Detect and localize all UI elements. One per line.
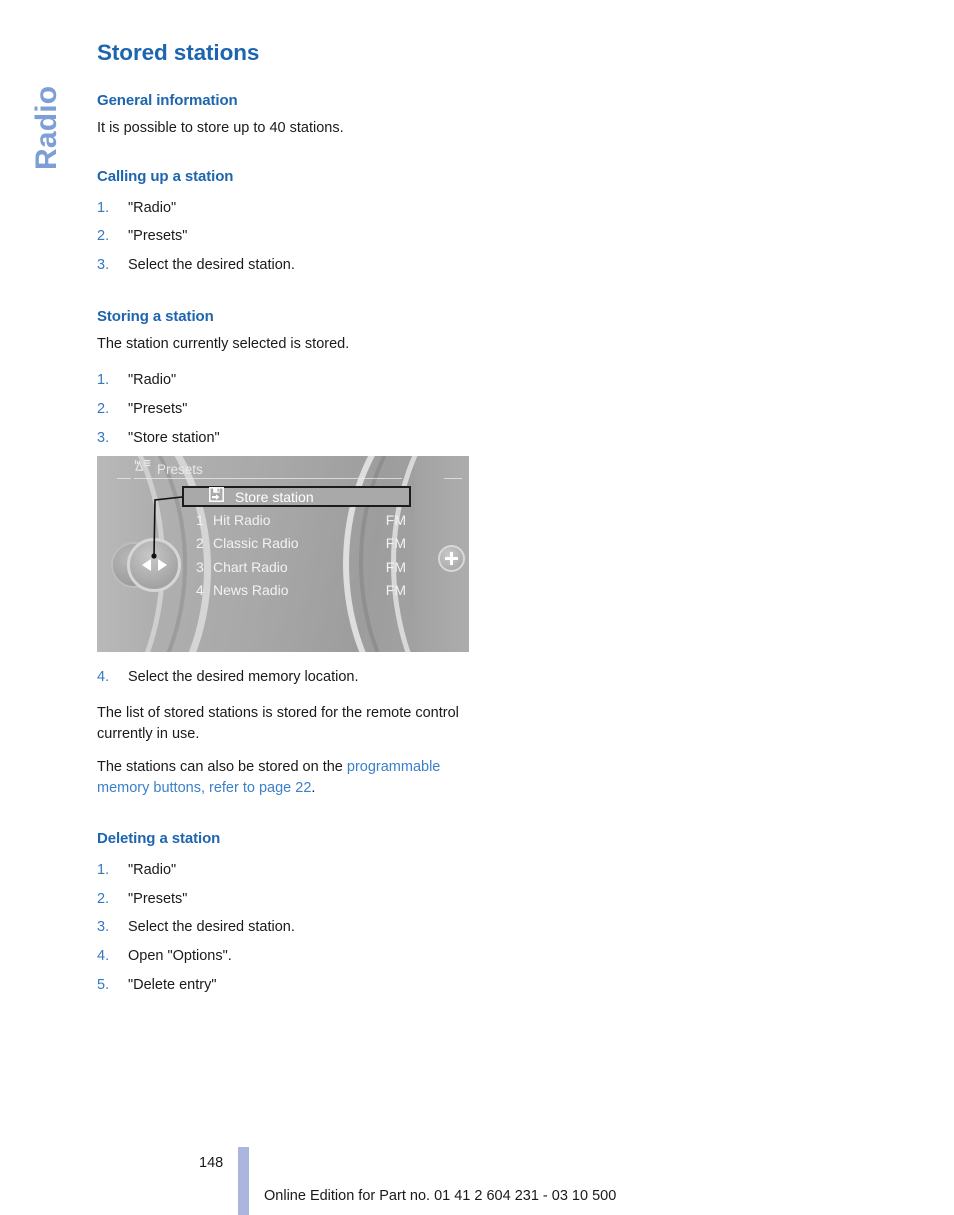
header-divider xyxy=(134,478,402,479)
step-number: 2. xyxy=(97,228,110,245)
step-text: Select the desired station. xyxy=(128,919,295,936)
step-text: "Presets" xyxy=(128,890,188,907)
step-number: 1. xyxy=(97,199,110,216)
footer-edition-note: Online Edition for Part no. 01 41 2 604 … xyxy=(264,1188,617,1204)
page-title: Stored stations xyxy=(97,40,260,65)
step-text: "Presets" xyxy=(128,228,188,245)
station-band: FM xyxy=(385,582,406,599)
station-band: FM xyxy=(385,558,406,575)
footer-accent-bar xyxy=(238,1147,249,1215)
header-divider-left xyxy=(117,478,131,479)
storing-note-2: The stations can also be stored on the p… xyxy=(97,757,477,800)
step-number: 5. xyxy=(97,976,110,993)
station-band: FM xyxy=(385,512,406,528)
note-2-prefix: The stations can also be stored on the xyxy=(97,758,347,775)
step-text: "Delete entry" xyxy=(128,976,217,993)
header-divider-right xyxy=(444,478,462,479)
radio-antenna-list-icon xyxy=(133,459,151,479)
step-text: "Presets" xyxy=(128,401,188,418)
chapter-tab: Radio xyxy=(24,36,70,176)
station-band: FM xyxy=(385,535,406,552)
list-item: 1. "Radio" xyxy=(97,366,477,395)
page-number: 148 xyxy=(199,1155,224,1171)
list-item[interactable]: 3 Chart Radio FM xyxy=(196,559,406,582)
store-station-menu-item[interactable]: Store station xyxy=(182,486,411,507)
idrive-screen-figure: Presets Store station 1 Hit Radio FM 2 C… xyxy=(97,456,469,652)
step-text: "Radio" xyxy=(128,372,177,389)
note-2-suffix: . xyxy=(311,780,316,797)
station-index: 3 xyxy=(196,558,204,575)
calling-up-steps: 1. "Radio" 2. "Presets" 3. Select the de… xyxy=(97,194,477,280)
list-item[interactable]: 1 Hit Radio FM xyxy=(196,512,406,535)
step-text: "Radio" xyxy=(128,199,177,216)
list-item: 3. Select the desired station. xyxy=(97,251,477,280)
arrow-left-icon xyxy=(141,559,151,571)
step-text: "Store station" xyxy=(128,429,220,446)
list-item[interactable]: 4 News Radio FM xyxy=(196,582,406,605)
list-item: 3. "Store station" xyxy=(97,424,477,453)
step-number: 1. xyxy=(97,861,110,878)
list-item[interactable]: 2 Classic Radio FM xyxy=(196,535,406,558)
chapter-tab-label: Radio xyxy=(30,85,63,170)
station-name: Hit Radio xyxy=(213,512,271,528)
step-number: 3. xyxy=(97,429,110,446)
step-text: "Radio" xyxy=(128,861,177,878)
storing-step-4: 4. Select the desired memory location. xyxy=(97,663,477,692)
list-item: 2. "Presets" xyxy=(97,395,477,424)
deleting-steps: 1. "Radio" 2. "Presets" 3. Select the de… xyxy=(97,856,477,1000)
storing-intro-text: The station currently selected is stored… xyxy=(97,335,350,352)
idrive-header-label: Presets xyxy=(157,461,203,477)
general-body-text: It is possible to store up to 40 station… xyxy=(97,120,344,136)
step-text: Select the desired station. xyxy=(128,257,295,274)
step-number: 2. xyxy=(97,401,110,418)
storing-steps: 1. "Radio" 2. "Presets" 3. "Store statio… xyxy=(97,366,477,452)
station-name: Chart Radio xyxy=(213,558,288,575)
storing-note-1: The list of stored stations is stored fo… xyxy=(97,704,459,743)
section-heading-deleting: Deleting a station xyxy=(97,829,221,847)
station-index: 1 xyxy=(196,512,204,528)
station-name: News Radio xyxy=(213,582,289,599)
list-item: 4. Open "Options". xyxy=(97,942,477,971)
save-floppy-icon xyxy=(209,486,224,507)
main-content-lower: 4. Select the desired memory location. T… xyxy=(97,663,477,1000)
step-text: Select the desired memory location. xyxy=(128,669,359,685)
list-item: 2. "Presets" xyxy=(97,222,477,251)
station-name: Classic Radio xyxy=(213,535,299,552)
preset-station-list: 1 Hit Radio FM 2 Classic Radio FM 3 Char… xyxy=(196,512,406,606)
list-item: 5. "Delete entry" xyxy=(97,971,477,1000)
station-index: 4 xyxy=(196,582,204,599)
arrow-right-icon xyxy=(157,559,167,571)
plus-button[interactable] xyxy=(438,545,465,572)
section-heading-calling-up: Calling up a station xyxy=(97,167,234,185)
list-item: 3. Select the desired station. xyxy=(97,913,477,942)
step-number: 4. xyxy=(97,669,110,685)
step-number: 1. xyxy=(97,372,110,389)
main-content: Stored stations General information It i… xyxy=(97,40,477,453)
station-index: 2 xyxy=(196,535,204,552)
list-item: 1. "Radio" xyxy=(97,856,477,885)
list-item: 2. "Presets" xyxy=(97,885,477,914)
step-number: 3. xyxy=(97,919,110,936)
list-item: 4. Select the desired memory location. xyxy=(97,663,477,692)
step-number: 4. xyxy=(97,948,110,965)
step-number: 3. xyxy=(97,257,110,274)
step-text: Open "Options". xyxy=(128,948,232,965)
store-station-label: Store station xyxy=(235,488,314,505)
idrive-header: Presets xyxy=(133,459,203,479)
list-item: 1. "Radio" xyxy=(97,194,477,223)
step-number: 2. xyxy=(97,890,110,907)
section-heading-general: General information xyxy=(97,92,238,109)
section-heading-storing: Storing a station xyxy=(97,307,214,325)
controller-knob[interactable] xyxy=(127,538,181,592)
